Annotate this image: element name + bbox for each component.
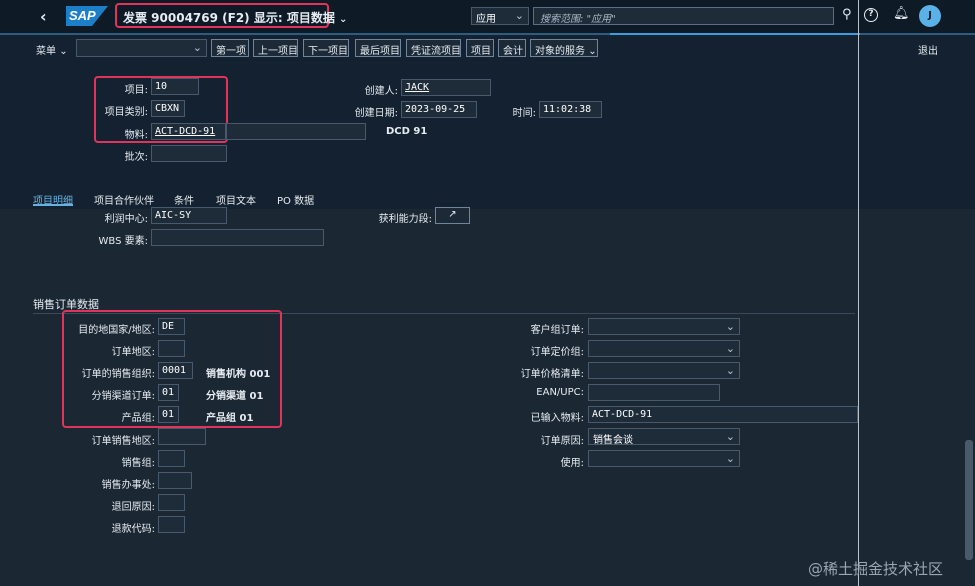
chevron-down-icon: ⌄ (725, 452, 735, 465)
entered-material-label: 已输入物料: (530, 413, 584, 424)
order-reason-label: 订单原因: (540, 436, 584, 447)
chevron-down-icon: ⌄ (514, 9, 524, 22)
dist-channel-label: 分销渠道订单: (91, 391, 155, 402)
creator-field[interactable]: JACK (401, 79, 491, 96)
last-item-button[interactable]: 最后项目 (355, 39, 401, 57)
return-reason-field[interactable] (158, 494, 185, 511)
refund-code-label: 退款代码: (111, 524, 155, 535)
back-icon[interactable]: ‹ (40, 7, 47, 26)
chevron-down-icon: ⌄ (339, 14, 348, 25)
time-label: 时间: (512, 108, 536, 119)
profitability-button[interactable]: ↗ (435, 207, 470, 224)
category-label: 项目类别: (104, 107, 148, 118)
ean-field[interactable] (588, 384, 720, 401)
active-tab-indicator (33, 204, 73, 206)
chevron-down-icon: ⌄ (192, 41, 202, 54)
creator-label: 创建人: (364, 86, 398, 97)
external-link-icon: ↗ (448, 209, 457, 220)
toolbar-select[interactable]: ⌄ (76, 39, 207, 57)
price-list-label: 订单价格清单: (520, 369, 584, 380)
chevron-down-icon: ⌄ (725, 320, 735, 333)
sales-group-label: 销售组: (121, 458, 155, 469)
customer-group-label: 客户组订单: (530, 325, 584, 336)
next-item-button[interactable]: 下一项目 (303, 39, 349, 57)
sales-org-label: 订单的销售组织: (81, 369, 155, 380)
sales-office-field[interactable] (158, 472, 192, 489)
division-description: 产品组 01 (206, 413, 254, 424)
dist-channel-description: 分销渠道 01 (206, 391, 264, 402)
bell-icon[interactable]: 🔔︎ (893, 6, 910, 21)
wbs-field[interactable] (151, 229, 324, 246)
price-list-select[interactable]: ⌄ (588, 362, 740, 379)
object-services-button[interactable]: 对象的服务 ⌄ (530, 39, 598, 57)
refund-code-field[interactable] (158, 516, 185, 533)
created-on-field[interactable]: 2023-09-25 (401, 101, 477, 118)
usage-select[interactable]: ⌄ (588, 450, 740, 467)
sales-org-field[interactable]: 0001 (158, 362, 193, 379)
menu-button[interactable]: 菜单 ⌄ (36, 42, 68, 57)
vertical-scrollbar[interactable] (965, 440, 973, 560)
return-reason-label: 退回原因: (111, 502, 155, 513)
ean-label: EAN/UPC: (536, 387, 584, 398)
item-label: 项目: (124, 85, 148, 96)
entered-material-field[interactable]: ACT-DCD-91 (588, 406, 858, 423)
scope-select[interactable]: 应用 ⌄ (471, 7, 529, 25)
previous-item-button[interactable]: 上一项目 (253, 39, 298, 57)
order-region-label: 订单地区: (111, 347, 155, 358)
profitability-label: 获利能力段: (378, 214, 432, 225)
order-reason-select[interactable]: 销售会谈 ⌄ (588, 428, 740, 445)
item-button[interactable]: 项目 (466, 39, 494, 57)
order-region-field[interactable] (158, 340, 185, 357)
search-icon[interactable]: ⚲ (842, 7, 852, 22)
pane-divider (858, 0, 859, 586)
sales-office-label: 销售办事处: (101, 480, 155, 491)
dist-channel-field[interactable]: 01 (158, 384, 179, 401)
search-input[interactable]: 搜索范围: "应用" (533, 7, 834, 25)
chevron-down-icon: ⌄ (725, 430, 735, 443)
tab-po-data[interactable]: PO 数据 (277, 192, 314, 207)
page-title[interactable]: 发票 90004769 (F2) 显示: 项目数据 ⌄ (123, 9, 347, 26)
sales-district-label: 订单销售地区: (91, 436, 155, 447)
customer-group-select[interactable]: ⌄ (588, 318, 740, 335)
first-item-button[interactable]: 第一项 (211, 39, 249, 57)
wbs-label: WBS 要素: (98, 236, 148, 247)
tab-item-partners[interactable]: 项目合作伙伴 (94, 192, 154, 207)
material-description: DCD 91 (386, 126, 428, 137)
batch-label: 批次: (124, 152, 148, 163)
price-group-label: 订单定价组: (530, 347, 584, 358)
profit-center-label: 利润中心: (104, 214, 148, 225)
chevron-down-icon: ⌄ (588, 46, 597, 57)
profit-center-field[interactable]: AIC-SY (151, 207, 227, 224)
chevron-down-icon: ⌄ (725, 342, 735, 355)
sales-group-field[interactable] (158, 450, 185, 467)
document-flow-button[interactable]: 凭证流项目 (406, 39, 461, 57)
sales-district-field[interactable] (158, 428, 206, 445)
accounting-button[interactable]: 会计 (498, 39, 526, 57)
dest-country-field[interactable]: DE (158, 318, 185, 335)
help-icon[interactable]: ? (864, 8, 878, 22)
sales-org-description: 销售机构 001 (206, 369, 271, 380)
batch-field[interactable] (151, 145, 227, 162)
time-field[interactable]: 11:02:38 (539, 101, 602, 118)
material-label: 物料: (124, 130, 148, 141)
tab-item-text[interactable]: 项目文本 (216, 192, 256, 207)
material-text-field (226, 123, 366, 140)
material-field[interactable]: ACT-DCD-91 (151, 123, 226, 140)
division-label: 产品组: (121, 413, 155, 424)
usage-label: 使用: (560, 458, 584, 469)
created-on-label: 创建日期: (354, 108, 398, 119)
tab-conditions[interactable]: 条件 (174, 192, 194, 207)
chevron-down-icon: ⌄ (725, 364, 735, 377)
division-field[interactable]: 01 (158, 406, 179, 423)
chevron-down-icon: ⌄ (59, 46, 68, 57)
item-field[interactable]: 10 (151, 78, 199, 95)
exit-button[interactable]: 退出 (918, 42, 938, 57)
dest-country-label: 目的地国家/地区: (78, 325, 155, 336)
avatar[interactable]: J (919, 5, 941, 27)
price-group-select[interactable]: ⌄ (588, 340, 740, 357)
category-field[interactable]: CBXN (151, 100, 185, 117)
watermark: @稀土掘金技术社区 (808, 560, 944, 578)
